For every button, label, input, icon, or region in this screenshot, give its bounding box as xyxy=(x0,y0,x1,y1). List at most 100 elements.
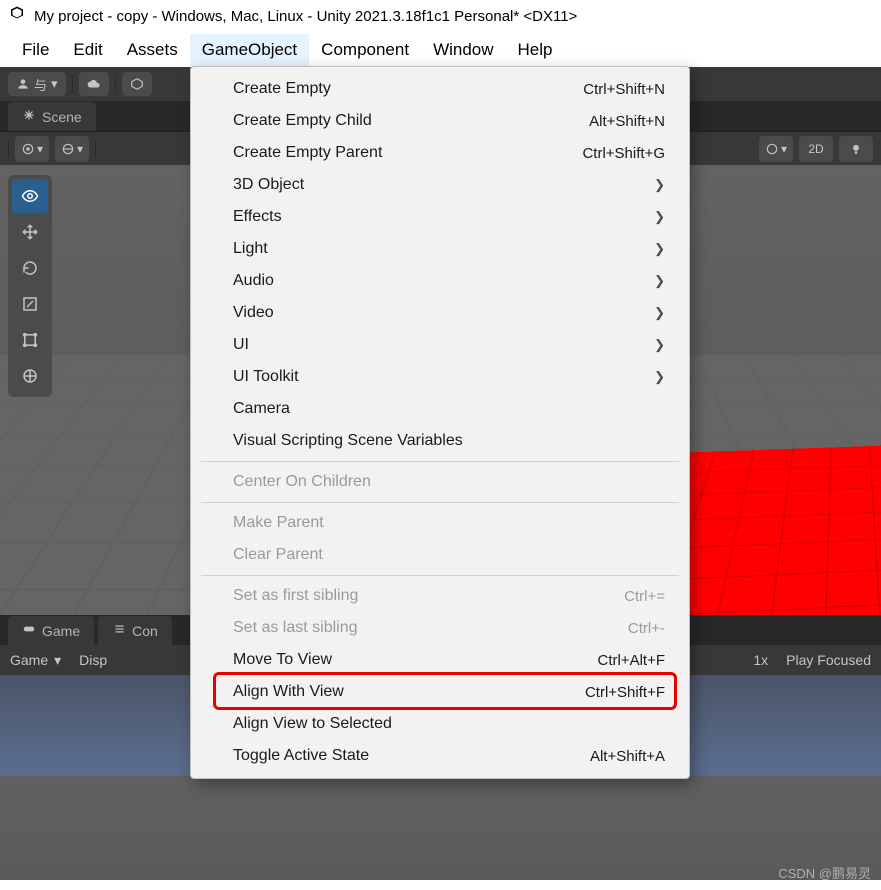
dropdown-item-visual-scripting-scene-variables[interactable]: Visual Scripting Scene Variables xyxy=(191,425,689,457)
dropdown-item-label: Light xyxy=(233,240,268,258)
dropdown-item-label: Audio xyxy=(233,272,274,290)
console-tab[interactable]: Con xyxy=(98,616,172,645)
dropdown-item-set-as-last-sibling: Set as last sibling Ctrl+- xyxy=(191,612,689,644)
menu-window[interactable]: Window xyxy=(421,34,505,66)
scale-tool[interactable] xyxy=(12,287,48,321)
console-tab-label: Con xyxy=(132,623,158,639)
scale-label: 1x xyxy=(753,652,768,668)
unity-logo-icon xyxy=(8,5,26,27)
scene-toolbar-divider xyxy=(95,140,96,158)
dropdown-item-center-on-children: Center On Children xyxy=(191,466,689,498)
dropdown-item-label: Move To View xyxy=(233,651,332,669)
dropdown-item-shortcut: Alt+Shift+N xyxy=(589,113,665,130)
chevron-right-icon: ❯ xyxy=(654,305,665,321)
transform-tool[interactable] xyxy=(12,359,48,393)
dropdown-item-shortcut: Ctrl+= xyxy=(624,588,665,605)
window-title: My project - copy - Windows, Mac, Linux … xyxy=(34,8,577,25)
chevron-down-icon: ▾ xyxy=(781,142,787,156)
dropdown-item-clear-parent: Clear Parent xyxy=(191,539,689,571)
draw-mode-button[interactable]: ▾ xyxy=(15,136,49,162)
dropdown-item-make-parent: Make Parent xyxy=(191,507,689,539)
dropdown-item-label: Clear Parent xyxy=(233,546,323,564)
dropdown-separator xyxy=(201,575,679,576)
dropdown-item-ui-toolkit[interactable]: UI Toolkit ❯ xyxy=(191,361,689,393)
dropdown-item-audio[interactable]: Audio❯ xyxy=(191,265,689,297)
dropdown-item-shortcut: Ctrl+Shift+N xyxy=(583,81,665,98)
cloud-button[interactable] xyxy=(79,72,109,96)
dropdown-item-label: Effects xyxy=(233,208,282,226)
chevron-right-icon: ❯ xyxy=(654,369,665,385)
chevron-down-icon: ▾ xyxy=(51,76,58,92)
dropdown-item-label: UI Toolkit xyxy=(233,368,299,386)
scene-tab[interactable]: Scene xyxy=(8,102,96,131)
chevron-right-icon: ❯ xyxy=(654,209,665,225)
dropdown-item-effects[interactable]: Effects ❯ xyxy=(191,201,689,233)
view-tool[interactable] xyxy=(12,179,48,213)
game-mode-dropdown[interactable]: Game ▾ xyxy=(10,652,61,669)
dropdown-item-label: Set as first sibling xyxy=(233,587,358,605)
menu-file[interactable]: File xyxy=(10,34,61,66)
dropdown-item-light[interactable]: Light ❯ xyxy=(191,233,689,265)
two-d-toggle[interactable]: 2D xyxy=(799,136,833,162)
dropdown-item-label: Create Empty Child xyxy=(233,112,372,130)
chevron-right-icon: ❯ xyxy=(654,177,665,193)
chevron-right-icon: ❯ xyxy=(654,337,665,353)
menu-edit[interactable]: Edit xyxy=(61,34,114,66)
dropdown-item-label: Set as last sibling xyxy=(233,619,358,637)
list-icon xyxy=(112,622,126,639)
menubar: File Edit Assets GameObject Component Wi… xyxy=(0,32,881,67)
menu-help[interactable]: Help xyxy=(506,34,565,66)
gameobject-dropdown: Create Empty Ctrl+Shift+N Create Empty Chi… xyxy=(190,66,690,779)
account-button[interactable]: 与 ▾ xyxy=(8,72,66,96)
watermark: CSDN @鹏易灵 xyxy=(778,863,871,882)
dropdown-item-label: Align View to Selected xyxy=(233,715,392,733)
rect-tool[interactable] xyxy=(12,323,48,357)
play-focus-label: Play Focused xyxy=(786,652,871,668)
scene-tab-label: Scene xyxy=(42,109,82,125)
scene-toolbar-divider xyxy=(8,140,9,158)
dropdown-item-label: Video xyxy=(233,304,274,322)
dropdown-item-camera[interactable]: Camera xyxy=(191,393,689,425)
menu-gameobject[interactable]: GameObject xyxy=(190,34,309,66)
dropdown-item-align-view-to-selected[interactable]: Align View to Selected xyxy=(191,708,689,740)
scene-tab-icon xyxy=(22,108,36,125)
dropdown-item-label: Toggle Active State xyxy=(233,747,369,765)
dropdown-item-toggle-active-state[interactable]: Toggle Active StateAlt+Shift+A xyxy=(191,740,689,772)
dropdown-item-move-to-view[interactable]: Move To ViewCtrl+Alt+F xyxy=(191,644,689,676)
dropdown-item-label: Create Empty xyxy=(233,80,331,98)
dropdown-item-3d-object[interactable]: 3D Object❯ xyxy=(191,169,689,201)
game-tab[interactable]: Game xyxy=(8,616,94,645)
dropdown-item-ui[interactable]: UI ❯ xyxy=(191,329,689,361)
dropdown-item-label: Camera xyxy=(233,400,290,418)
dropdown-item-label: UI xyxy=(233,336,249,354)
dropdown-separator xyxy=(201,502,679,503)
display-label: Disp xyxy=(79,652,107,668)
titlebar: My project - copy - Windows, Mac, Linux … xyxy=(0,0,881,32)
display-dropdown[interactable]: Disp xyxy=(79,652,107,668)
gizmo-dropdown[interactable]: ▾ xyxy=(759,136,793,162)
menu-assets[interactable]: Assets xyxy=(115,34,190,66)
dropdown-item-shortcut: Ctrl+- xyxy=(628,620,665,637)
menu-component[interactable]: Component xyxy=(309,34,421,66)
toolbar-divider xyxy=(72,75,73,93)
dropdown-item-label: Make Parent xyxy=(233,514,324,532)
chevron-down-icon: ▾ xyxy=(37,142,43,156)
scale-value: 1x xyxy=(753,652,768,668)
dropdown-item-label: Align With View xyxy=(233,683,344,701)
dropdown-item-create-empty[interactable]: Create Empty Ctrl+Shift+N xyxy=(191,73,689,105)
chevron-right-icon: ❯ xyxy=(654,241,665,257)
toolbar-divider xyxy=(115,75,116,93)
lighting-toggle[interactable] xyxy=(839,136,873,162)
dropdown-item-align-with-view[interactable]: Align With ViewCtrl+Shift+F xyxy=(191,676,689,708)
unity-hub-button[interactable] xyxy=(122,72,152,96)
dropdown-item-create-empty-child[interactable]: Create Empty Child Alt+Shift+N xyxy=(191,105,689,137)
game-tab-label: Game xyxy=(42,623,80,639)
dropdown-item-label: Visual Scripting Scene Variables xyxy=(233,432,463,450)
dropdown-item-label: Center On Children xyxy=(233,473,371,491)
dropdown-item-video[interactable]: Video ❯ xyxy=(191,297,689,329)
play-focus-dropdown[interactable]: Play Focused xyxy=(786,652,871,668)
move-tool[interactable] xyxy=(12,215,48,249)
rotate-tool[interactable] xyxy=(12,251,48,285)
dropdown-item-create-empty-parent[interactable]: Create Empty ParentCtrl+Shift+G xyxy=(191,137,689,169)
shading-mode-button[interactable]: ▾ xyxy=(55,136,89,162)
